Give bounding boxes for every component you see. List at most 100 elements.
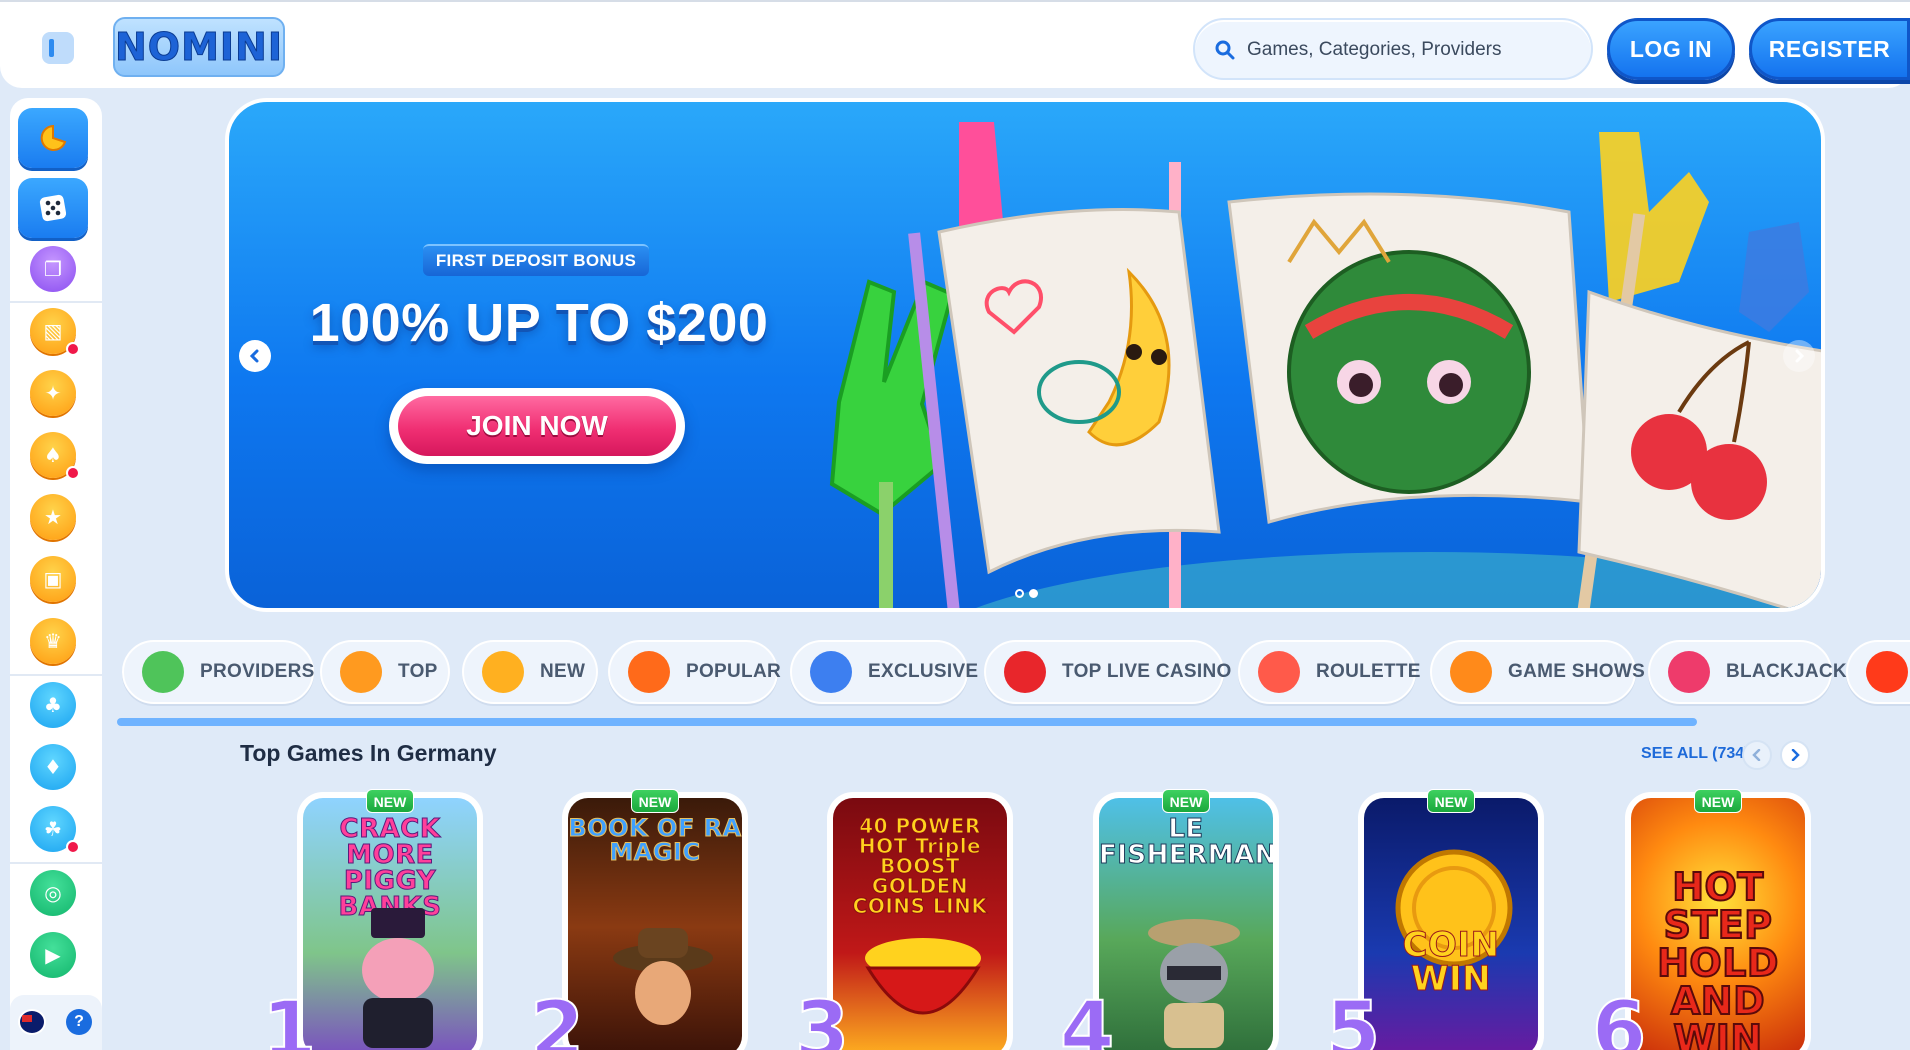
australia-flag-icon[interactable] — [18, 1009, 46, 1035]
sidebar-item-poker[interactable]: ♣ — [30, 682, 76, 728]
category-top-live-casino[interactable]: TOP LIVE CASINO — [984, 640, 1231, 704]
cards-icon: ♠ — [44, 443, 62, 467]
fire-icon — [628, 651, 670, 693]
gift-icon: ❐ — [44, 257, 62, 281]
clover-icon: ☘ — [44, 817, 62, 841]
roulette-icon — [1258, 651, 1300, 693]
sidebar-divider — [10, 301, 102, 303]
top-header: NOMINI LOG IN REGISTER — [0, 0, 1910, 88]
sidebar-item-tournaments[interactable]: ★ — [30, 494, 76, 540]
pacman-icon — [40, 124, 67, 151]
game-rank: 4 — [1059, 985, 1115, 1050]
game-rank: 2 — [529, 985, 585, 1050]
sidebar-toggle-icon[interactable] — [42, 32, 74, 64]
heart-cards-icon — [1668, 651, 1710, 693]
game-thumbnail: BOOK OF RA MAGIC — [568, 798, 742, 1050]
spade-icon: ♣ — [44, 693, 62, 717]
category-top[interactable]: TOP — [320, 640, 450, 704]
tv-icon: ▶ — [45, 943, 61, 967]
category-hot[interactable] — [1846, 640, 1910, 704]
hero-dot[interactable] — [1015, 589, 1024, 598]
game-thumbnail: COIN WIN — [1364, 798, 1538, 1050]
trophy-icon: ★ — [44, 505, 62, 529]
hero-banner[interactable]: FIRST DEPOSIT BONUS 100% UP TO $200 JOIN… — [225, 98, 1825, 612]
chevron-right-icon — [1795, 349, 1805, 363]
sidebar-item-casino[interactable] — [18, 108, 88, 168]
chevron-left-icon — [249, 349, 259, 363]
games-prev-button[interactable] — [1742, 740, 1772, 770]
category-exclusive[interactable]: EXCLUSIVE — [790, 640, 978, 704]
game-card[interactable]: 40 POWER HOT Triple BOOST GOLDEN COINS L… — [827, 792, 1013, 1050]
category-blackjack[interactable]: BLACKJACK — [1648, 640, 1847, 704]
game-rank: 6 — [1591, 985, 1647, 1050]
sidebar-item-card-games[interactable]: ♦ — [30, 744, 76, 790]
register-button[interactable]: REGISTER — [1749, 18, 1910, 80]
ticket-icon: ▧ — [43, 319, 63, 343]
hero-pagination — [1015, 589, 1038, 598]
join-now-button[interactable]: JOIN NOW — [389, 388, 685, 464]
category-game-shows[interactable]: GAME SHOWS — [1430, 640, 1645, 704]
category-popular[interactable]: POPULAR — [608, 640, 781, 704]
sidebar-item-sports[interactable]: ◎ — [30, 870, 76, 916]
chevron-left-icon — [1752, 749, 1761, 761]
pig-character-icon — [362, 908, 434, 1048]
search-input[interactable] — [1247, 36, 1567, 64]
sidebar-item-cards[interactable]: ♠ — [30, 432, 80, 480]
shop-icon: ▣ — [43, 567, 63, 591]
sidebar-item-vip[interactable]: ♛ — [30, 618, 76, 664]
sidebar-item-promotions[interactable]: ❐ — [30, 246, 76, 292]
diamond-icon — [810, 651, 852, 693]
nomini-logo[interactable]: NOMINI — [113, 17, 285, 77]
chips-icon — [1004, 651, 1046, 693]
first-deposit-badge: FIRST DEPOSIT BONUS — [423, 244, 649, 276]
game-card[interactable]: LE FISHERMAN — [1093, 792, 1279, 1050]
game-thumbnail: 40 POWER HOT Triple BOOST GOLDEN COINS L… — [833, 798, 1007, 1050]
sidebar-item-tv-games[interactable]: ▶ — [30, 932, 76, 978]
game-thumbnail: LE FISHERMAN — [1099, 798, 1273, 1050]
card-icon: ♦ — [44, 755, 62, 779]
sidebar-divider — [10, 862, 102, 864]
game-card[interactable]: HOT STEP HOLD AND WIN — [1625, 792, 1811, 1050]
new-badge: NEW — [1427, 789, 1475, 813]
gold-pot-icon — [865, 938, 981, 1015]
raccoon-character-icon — [1148, 919, 1240, 1048]
game-rank: 5 — [1325, 985, 1381, 1050]
games-next-button[interactable] — [1780, 740, 1810, 770]
book-icon — [142, 651, 184, 693]
game-rank: 1 — [261, 985, 317, 1050]
game-card[interactable]: BOOK OF RA MAGIC — [562, 792, 748, 1050]
chevron-right-icon — [1791, 749, 1800, 761]
join-now-label: JOIN NOW — [398, 396, 676, 456]
hero-illustration — [829, 122, 1821, 608]
sidebar-item-achievements[interactable]: ✦ — [30, 370, 76, 416]
crown-icon — [340, 651, 382, 693]
game-card[interactable]: CRACK MORE PIGGY BANKS — [297, 792, 483, 1050]
new-badge: NEW — [1162, 789, 1210, 813]
section-title: Top Games In Germany — [240, 740, 497, 766]
login-button[interactable]: LOG IN — [1607, 18, 1735, 80]
help-icon[interactable]: ? — [66, 1009, 92, 1035]
sidebar-item-lottery[interactable]: ☘ — [30, 806, 80, 854]
sidebar-item-quests[interactable]: ▧ — [30, 308, 80, 356]
hero-next-arrow[interactable] — [1783, 340, 1815, 372]
game-thumbnail: CRACK MORE PIGGY BANKS — [303, 798, 477, 1050]
sidebar-item-shop[interactable]: ▣ — [30, 556, 76, 602]
game-card[interactable]: COIN WIN — [1358, 792, 1544, 1050]
game-thumbnail: HOT STEP HOLD AND WIN — [1631, 798, 1805, 1050]
new-badge: NEW — [366, 789, 414, 813]
hero-dot-active[interactable] — [1029, 589, 1038, 598]
category-roulette[interactable]: ROULETTE — [1238, 640, 1420, 704]
sidebar: ❐ ▧ ✦ ♠ ★ ▣ ♛ ♣ ♦ ☘ ◎ ▶ — [10, 98, 102, 1050]
search-bar[interactable] — [1193, 18, 1593, 80]
category-scrollbar[interactable] — [117, 718, 1697, 726]
search-icon — [1215, 40, 1235, 60]
category-new[interactable]: NEW — [462, 640, 598, 704]
see-all-link[interactable]: SEE ALL (734) — [1641, 745, 1749, 763]
category-bar: PROVIDERS TOP NEW POPULAR EXCLUSIVE TOP … — [122, 640, 1910, 706]
notification-dot — [66, 466, 80, 480]
chili-icon — [1866, 651, 1908, 693]
category-providers[interactable]: PROVIDERS — [122, 640, 314, 704]
notification-dot — [66, 840, 80, 854]
hero-prev-arrow[interactable] — [239, 340, 271, 372]
sidebar-item-live-dice[interactable] — [18, 178, 88, 238]
